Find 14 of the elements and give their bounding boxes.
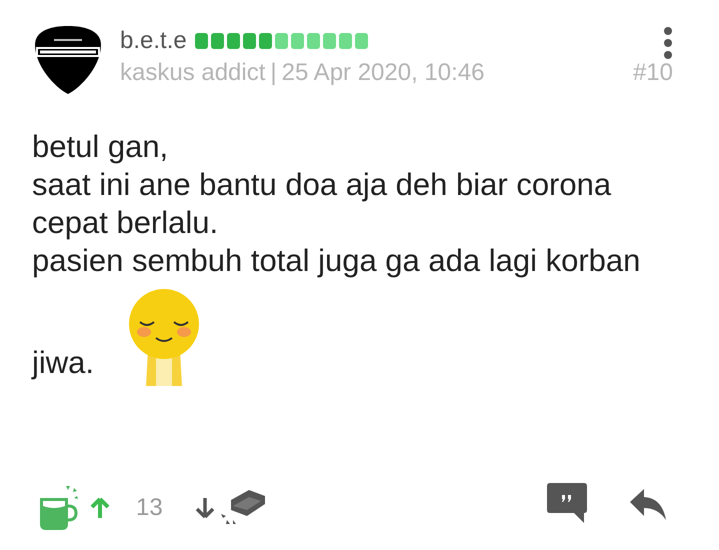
post-text-line: betul gan, [32, 129, 168, 164]
post-text-line: cepat berlalu. [32, 205, 218, 240]
vote-count: 13 [136, 493, 163, 523]
post-text-line: pasien sembuh total juga ga ada lagi korban [32, 243, 640, 278]
user-rank: kaskus addict [120, 58, 266, 88]
more-icon[interactable] [662, 26, 674, 60]
downvote-icon[interactable] [194, 497, 215, 519]
reply-icon[interactable] [630, 489, 666, 521]
username[interactable]: b.e.t.e [120, 23, 187, 59]
separator: | [270, 58, 277, 88]
post-date: 25 Apr 2020, 10:46 [282, 58, 484, 88]
post-text-line: saat ini ane bantu doa aja deh biar corona [32, 167, 612, 202]
post-text-line: jiwa. [32, 344, 94, 382]
quote-icon[interactable] [547, 483, 587, 523]
